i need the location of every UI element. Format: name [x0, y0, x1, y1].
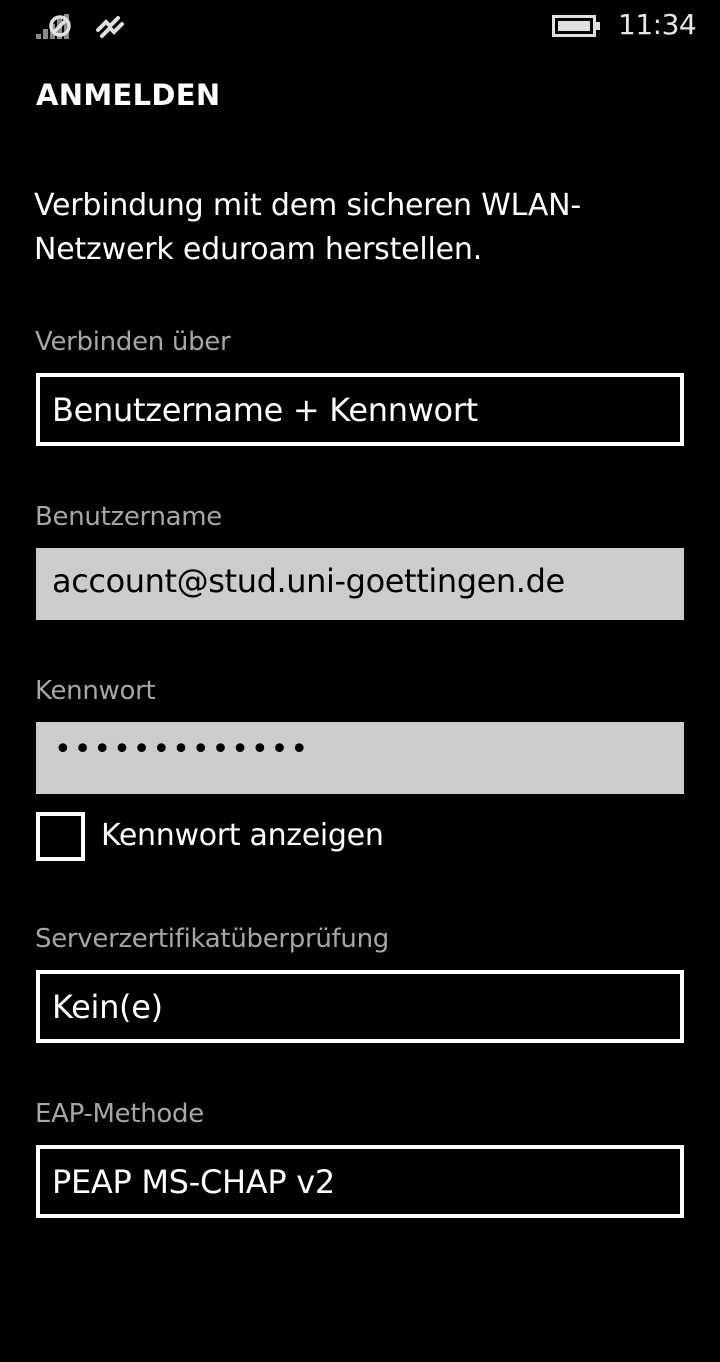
status-clock: 11:34 [618, 8, 697, 41]
show-password-label[interactable]: Kennwort anzeigen [101, 818, 384, 853]
page-title: ANMELDEN [36, 78, 221, 112]
password-value: ••••••••••••• [54, 732, 311, 767]
data-sync-icon [94, 10, 126, 42]
server-cert-label: Serverzertifikatüberprüfung [35, 924, 389, 954]
server-cert-picker[interactable]: Kein(e) [36, 970, 684, 1043]
intro-text: Verbindung mit dem sicheren WLAN-Netzwer… [34, 188, 582, 267]
password-label: Kennwort [35, 676, 156, 706]
username-value: account@stud.uni-goettingen.de [52, 562, 565, 600]
connect-via-value: Benutzername + Kennwort [52, 391, 478, 429]
status-bar: 11:34 [0, 0, 720, 52]
battery-icon [552, 15, 602, 37]
eap-method-value: PEAP MS-CHAP v2 [52, 1163, 335, 1201]
server-cert-value: Kein(e) [52, 988, 163, 1026]
password-field[interactable]: ••••••••••••• [36, 722, 684, 794]
connect-via-picker[interactable]: Benutzername + Kennwort [36, 373, 684, 446]
signal-no-sim-icon [36, 12, 80, 40]
connect-via-label: Verbinden über [35, 327, 231, 357]
username-field[interactable]: account@stud.uni-goettingen.de [36, 548, 684, 620]
eap-method-picker[interactable]: PEAP MS-CHAP v2 [36, 1145, 684, 1218]
show-password-checkbox[interactable] [36, 812, 85, 861]
username-label: Benutzername [35, 502, 222, 532]
show-password-row[interactable]: Kennwort anzeigen [36, 812, 684, 862]
eap-method-label: EAP-Methode [35, 1099, 204, 1129]
